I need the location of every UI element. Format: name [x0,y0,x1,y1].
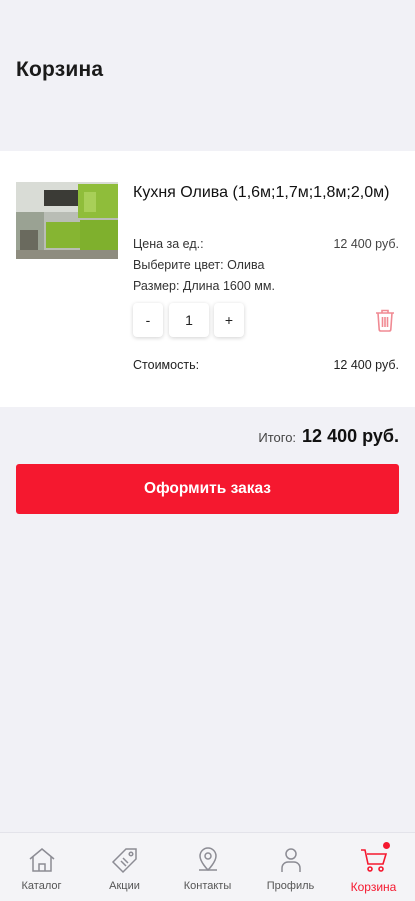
tab-label: Контакты [183,880,232,892]
size-label: Размер: Длина 1600 мм. [133,279,275,293]
tab-label: Акции [109,880,140,892]
checkout-button[interactable]: Оформить заказ [16,464,399,514]
color-row: Выберите цвет: Олива [133,258,399,272]
tab-label: Каталог [21,880,62,892]
cost-row: Стоимость: 12 400 руб. [133,358,399,372]
order-total: Итого: 12 400 руб. [258,426,399,447]
total-label: Итого: [258,430,297,445]
trash-icon[interactable] [374,308,396,332]
unit-price-label: Цена за ед.: [133,237,204,251]
user-icon [280,848,301,872]
unit-price-row: Цена за ед.: 12 400 руб. [133,237,399,251]
cost-label: Стоимость: [133,358,200,372]
tab-cart[interactable]: Корзина [332,833,415,901]
product-title[interactable]: Кухня Олива (1,6м;1,7м;1,8м;2,0м) [133,182,403,203]
cost-value: 12 400 руб. [333,358,399,372]
total-value: 12 400 руб. [302,426,399,446]
tab-promotions[interactable]: Акции [83,833,166,901]
quantity-value[interactable]: 1 [169,303,209,337]
decrease-quantity-button[interactable]: - [133,303,163,337]
bottom-tab-bar: Каталог Акции Контакты Профиль Корзина [0,832,415,901]
tab-profile[interactable]: Профиль [249,833,332,901]
map-pin-icon [198,847,217,872]
unit-price-value: 12 400 руб. [333,237,399,251]
tag-icon [111,848,137,874]
increase-quantity-button[interactable]: + [214,303,244,337]
size-row: Размер: Длина 1600 мм. [133,279,399,293]
tab-label: Корзина [350,880,397,894]
product-image[interactable] [16,182,118,259]
home-icon [29,848,54,872]
cart-item-card: Кухня Олива (1,6м;1,7м;1,8м;2,0м) Цена з… [0,151,415,407]
tab-catalog[interactable]: Каталог [0,833,83,901]
tab-contacts[interactable]: Контакты [166,833,249,901]
tab-label: Профиль [266,880,315,892]
cart-badge [382,842,390,849]
cart-icon [360,849,387,872]
page-title: Корзина [16,58,104,81]
color-label: Выберите цвет: Олива [133,258,265,272]
